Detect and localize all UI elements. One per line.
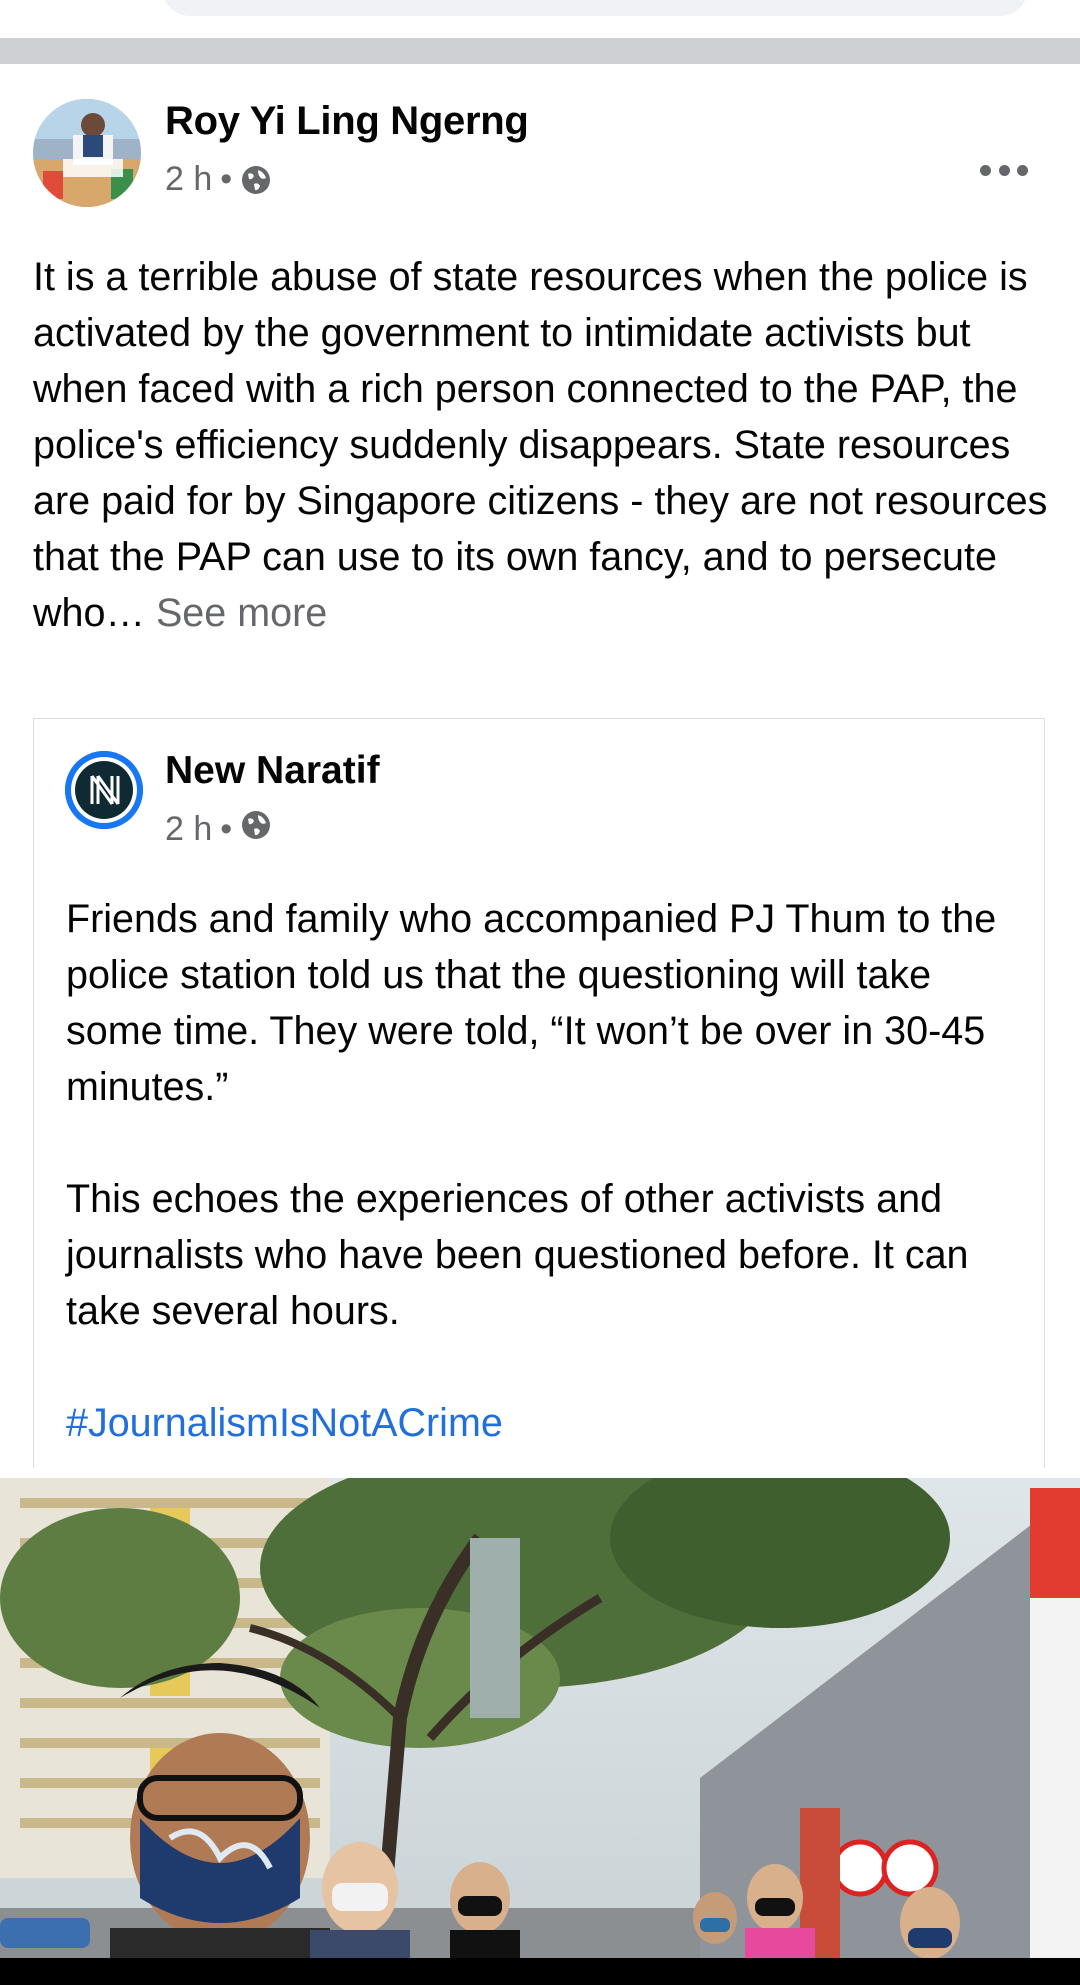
shared-post-time[interactable]: 2 h xyxy=(165,810,212,849)
meta-separator: • xyxy=(220,810,233,848)
post-text: It is a terrible abuse of state resource… xyxy=(33,249,1053,641)
see-more-link[interactable]: See more xyxy=(156,591,327,635)
globe-icon xyxy=(240,164,272,196)
shared-post-text: Friends and family who accompanied PJ Th… xyxy=(66,891,1026,1451)
shared-author-avatar[interactable] xyxy=(65,751,143,829)
more-horizontal-icon[interactable] xyxy=(980,160,1028,180)
post-photo[interactable] xyxy=(0,1478,1080,1960)
system-navigation-bar xyxy=(0,1958,1080,1985)
top-bar xyxy=(0,0,1080,38)
shared-paragraph: Friends and family who accompanied PJ Th… xyxy=(66,897,997,1109)
shared-author-name[interactable]: New Naratif xyxy=(165,749,380,793)
facebook-feed: Roy Yi Ling Ngerng 2 h • It is a terribl… xyxy=(0,0,1080,1985)
shared-paragraph: This echoes the experiences of other act… xyxy=(66,1177,969,1333)
author-avatar[interactable] xyxy=(33,99,141,207)
post-body: It is a terrible abuse of state resource… xyxy=(33,255,1048,635)
hashtag-link[interactable]: #JournalismIsNotACrime xyxy=(66,1395,1026,1451)
feed-separator xyxy=(0,38,1080,64)
shared-post-meta: 2 h • xyxy=(165,809,272,850)
shared-post[interactable]: New Naratif 2 h • Friends and family who… xyxy=(33,718,1045,1468)
meta-separator: • xyxy=(220,160,233,198)
composer-input[interactable] xyxy=(162,0,1028,16)
post-meta: 2 h • xyxy=(165,160,272,199)
author-name[interactable]: Roy Yi Ling Ngerng xyxy=(165,99,529,144)
post-time[interactable]: 2 h xyxy=(165,160,212,199)
globe-icon xyxy=(240,809,272,850)
